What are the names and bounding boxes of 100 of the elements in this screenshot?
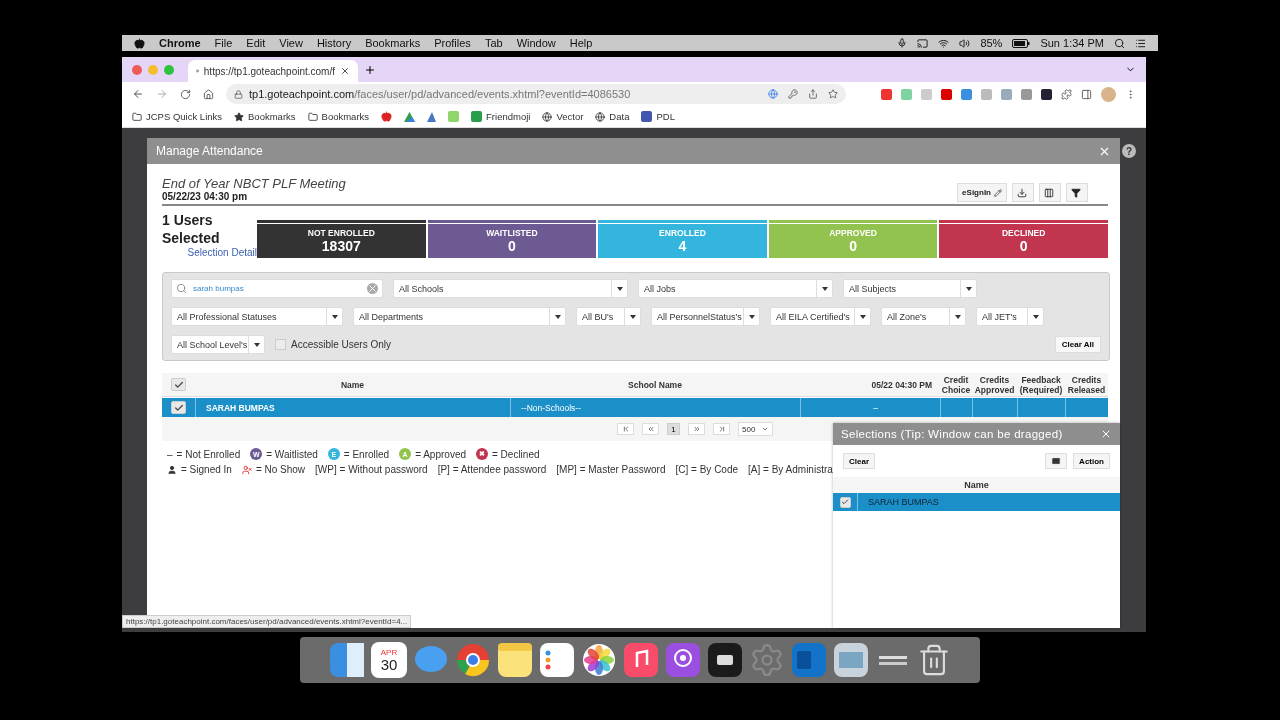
column-header[interactable]: Name [195,373,510,396]
zoom-dot[interactable] [164,64,174,75]
chrome-icon[interactable] [455,642,491,678]
filter-dropdown[interactable]: All Zone's [881,307,966,326]
clear-search-icon[interactable] [367,283,378,294]
calendar-icon[interactable]: APR 30 [371,642,407,678]
menu-item[interactable]: View [279,37,303,49]
column-header[interactable]: Credits Released [1065,373,1108,396]
key-icon[interactable] [788,89,798,99]
finder-icon[interactable] [329,642,365,678]
status-tile[interactable]: DECLINED 0 [939,220,1108,258]
apple-icon[interactable] [134,37,145,49]
google-icon[interactable] [768,89,778,99]
filter-dropdown[interactable]: All EILA Certified's [770,307,871,326]
column-header[interactable]: Credit Choice [940,373,972,396]
notes-icon[interactable] [497,642,533,678]
esignin-button[interactable]: eSignIn [957,183,1007,202]
sidebar-icon[interactable] [1081,88,1092,100]
actions-button[interactable]: Action [1073,453,1110,469]
bookmark[interactable]: Friendmoji [486,111,531,122]
column-header[interactable]: Feedback (Required) [1017,373,1065,396]
filter-dropdown[interactable]: All Schools [393,279,628,298]
menu-item[interactable]: Bookmarks [365,37,421,49]
column-header[interactable]: Name [833,477,1120,493]
browser-tab[interactable]: https://tp1.goteachpoint.com/f [188,60,358,82]
preview-icon[interactable] [833,642,869,678]
search-box[interactable]: sarah bumpas [171,279,383,298]
filter-dropdown[interactable]: All Departments [353,307,566,326]
share-icon[interactable] [808,89,818,99]
reload-icon[interactable] [180,88,191,100]
tv-icon[interactable] [707,642,743,678]
bookmark[interactable]: Vector [556,111,584,122]
bookmark[interactable]: PDL [656,111,675,122]
menu-item[interactable]: Window [516,37,556,49]
filter-dropdown[interactable]: All BU's [576,307,641,326]
bookmark[interactable]: Bookmarks [248,111,296,122]
column-header[interactable]: School Name [510,373,800,396]
download-button[interactable] [1012,183,1034,202]
menu-item[interactable]: History [316,37,352,49]
address-bar[interactable]: tp1.goteachpoint.com/faces/user/pd/advanced/events.xhtml?eventId=4086530 [226,84,846,104]
last-page-button[interactable] [713,423,730,435]
selection-detail-link[interactable]: Selection Detail [187,247,257,258]
close-icon[interactable] [340,66,350,76]
music-note-icon[interactable] [623,642,659,678]
volume-icon[interactable] [959,37,971,49]
list-icon[interactable] [1135,37,1146,49]
page-button[interactable]: 1 [667,423,680,435]
next-page-button[interactable] [688,423,705,435]
status-tile[interactable]: NOT ENROLLED 18307 [257,220,426,258]
menu-item[interactable]: Help [569,37,593,49]
menu-item[interactable]: Tab [484,37,503,49]
filter-dropdown[interactable]: All JET's [976,307,1044,326]
help-icon[interactable]: ? [1122,144,1136,158]
table-row[interactable]: SARAH BUMPAS --Non-Schools-- – [162,398,1108,417]
triangle-icon[interactable] [404,111,416,122]
filter-dropdown[interactable]: All Jobs [638,279,833,298]
close-dot[interactable] [132,64,142,75]
menu-item[interactable]: File [214,37,233,49]
filter-dropdown[interactable]: All PersonnelStatus's [651,307,760,326]
trash-icon[interactable] [917,643,951,677]
minimize-dot[interactable] [148,64,158,75]
new-tab-icon[interactable] [364,63,376,76]
table-row[interactable]: SARAH BUMPAS [833,493,1120,511]
search-icon[interactable] [1114,37,1125,49]
microphone-icon[interactable] [897,38,908,48]
close-icon[interactable] [1100,428,1112,440]
menu-item[interactable]: Profiles [434,37,471,49]
flower-icon[interactable] [581,642,617,678]
apple-icon[interactable] [381,111,393,122]
airplay-icon[interactable] [917,37,929,49]
filter-dropdown[interactable]: All Professional Statuses [171,307,343,326]
podcast-icon[interactable] [665,642,701,678]
status-tile[interactable]: WAITLISTED 0 [427,220,597,258]
battery-icon[interactable] [1012,38,1031,48]
clear-all-button[interactable]: Clear All [1054,336,1101,353]
filter-dropdown[interactable]: All Subjects [843,279,977,298]
search-field[interactable]: sarah bumpas [191,283,363,294]
menu-item[interactable]: Chrome [159,37,201,49]
puzzle-icon[interactable] [1061,88,1072,100]
extension-icon[interactable] [1041,88,1052,100]
columns-button[interactable] [1039,183,1061,202]
wifi-icon[interactable] [938,37,950,49]
filter-button[interactable] [1066,183,1088,202]
prev-page-button[interactable] [642,423,659,435]
checkbox[interactable] [839,496,851,508]
filter-dropdown[interactable]: All School Level's [171,335,265,354]
checkbox[interactable] [275,339,286,350]
checkbox[interactable] [171,378,186,391]
checkbox[interactable] [171,401,186,414]
star-icon[interactable] [828,89,838,99]
mail-button[interactable] [1045,453,1068,469]
clear-button[interactable]: Clear [843,453,875,469]
column-header[interactable]: Credits Approved [972,373,1017,396]
bookmark[interactable]: Bookmarks [321,111,370,122]
menu-item[interactable]: Edit [246,37,266,49]
home-icon[interactable] [203,88,214,100]
bookmark[interactable]: JCPS Quick Links [146,111,223,122]
tent-icon[interactable] [427,111,437,122]
page-size-select[interactable]: 500 [738,422,773,436]
column-header[interactable]: 05/22 04:30 PM [800,373,940,396]
